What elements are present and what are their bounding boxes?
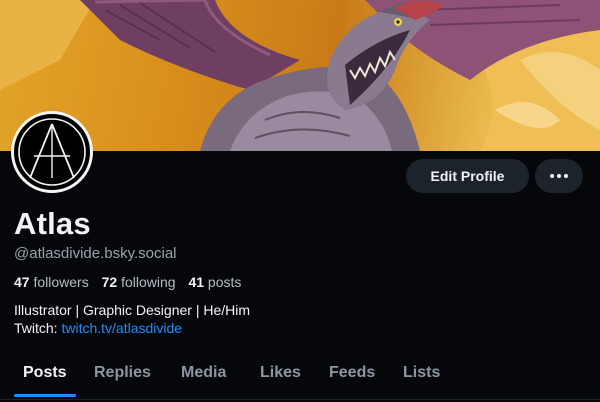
user-handle: @atlasdivide.bsky.social: [14, 245, 177, 262]
tab-media[interactable]: Media: [181, 364, 226, 382]
more-horizontal-icon: [550, 174, 568, 178]
following-label: following: [121, 274, 176, 290]
tab-likes[interactable]: Likes: [260, 364, 301, 382]
profile-tabs: Posts Replies Media Likes Feeds Lists: [0, 360, 600, 402]
atlas-logo-icon: [18, 118, 86, 186]
tab-feeds[interactable]: Feeds: [329, 364, 375, 382]
edit-profile-button[interactable]: Edit Profile: [406, 159, 529, 193]
tab-lists[interactable]: Lists: [403, 364, 440, 382]
more-options-button[interactable]: [535, 159, 583, 193]
twitch-link[interactable]: twitch.tv/atlasdivide: [61, 320, 182, 336]
followers-count: 47: [14, 274, 30, 290]
following-stat[interactable]: 72 following: [102, 274, 176, 290]
tab-replies[interactable]: Replies: [94, 364, 151, 382]
tab-posts[interactable]: Posts: [23, 364, 67, 382]
display-name: Atlas: [14, 206, 91, 241]
bio-twitch-prefix: Twitch:: [14, 320, 62, 336]
followers-label: followers: [33, 274, 89, 290]
posts-label: posts: [207, 274, 242, 290]
posts-stat: 41 posts: [188, 274, 241, 290]
tabs-divider: [0, 399, 600, 400]
posts-count: 41: [188, 274, 205, 290]
followers-stat[interactable]: 47 followers: [14, 274, 89, 290]
following-count: 72: [101, 274, 118, 290]
banner-illustration: [0, 0, 600, 151]
profile-avatar[interactable]: [11, 111, 93, 193]
profile-banner[interactable]: [0, 0, 600, 151]
profile-bio: Illustrator | Graphic Designer | He/Him …: [14, 301, 250, 337]
profile-stats: 47 followers 72 following 41 posts: [14, 274, 241, 290]
active-tab-indicator: [14, 394, 76, 397]
bio-line-twitch: Twitch: twitch.tv/atlasdivide: [14, 319, 250, 337]
bio-line: Illustrator | Graphic Designer | He/Him: [14, 302, 251, 318]
